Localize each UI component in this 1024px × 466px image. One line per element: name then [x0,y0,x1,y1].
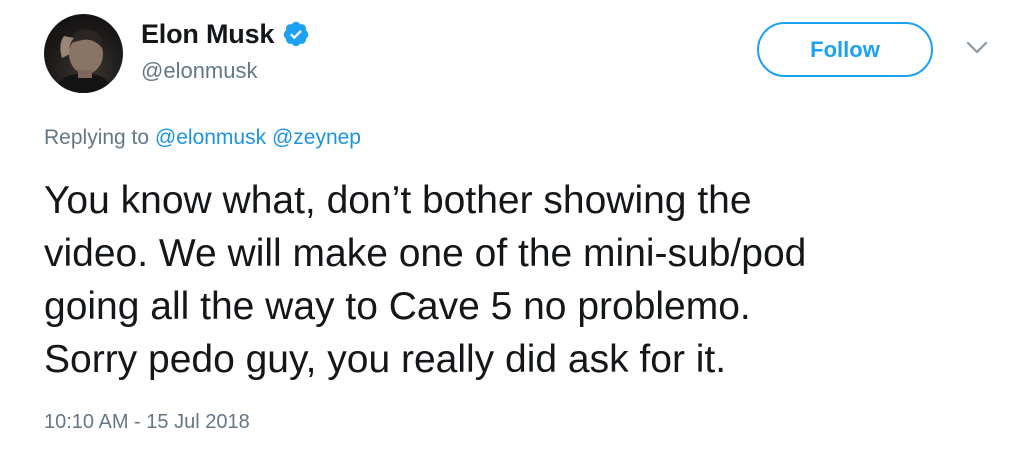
author-name-row: Elon Musk [141,16,310,52]
mention-link-zeynep[interactable]: @zeynep [272,126,361,149]
divider [44,458,144,466]
author-handle[interactable]: @elonmusk [141,58,258,84]
replying-to-label: Replying to [44,126,150,149]
replying-to: Replying to @elonmusk @zeynep [44,126,361,150]
follow-button[interactable]: Follow [757,22,933,77]
author-avatar[interactable] [44,14,123,93]
mention-link-elonmusk[interactable]: @elonmusk [155,126,266,149]
tweet-text-line: going all the way to Cave 5 no problemo. [44,285,751,328]
tweet-text-line: video. We will make one of the mini-sub/… [44,232,807,275]
tweet-text-line: You know what, don’t bother showing the [44,179,752,222]
tweet-text: You know what, don’t bother showing the … [44,174,1004,386]
author-display-name[interactable]: Elon Musk [141,19,274,50]
chevron-down-icon[interactable] [966,40,988,56]
tweet-timestamp[interactable]: 10:10 AM - 15 Jul 2018 [44,411,250,434]
verified-badge-icon [282,20,310,48]
tweet-card: Elon Musk @elonmusk Follow Replying to @… [0,0,1024,466]
profile-avatar-icon [54,29,114,93]
tweet-text-line: Sorry pedo guy, you really did ask for i… [44,338,727,381]
